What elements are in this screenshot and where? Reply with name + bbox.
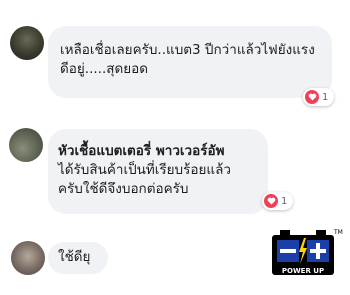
comment-text-line: ได้รับสินค้าเป็นที่เรียบร้อยแล้ว xyxy=(58,162,231,178)
avatar[interactable] xyxy=(10,26,44,60)
reaction-count: 1 xyxy=(281,195,288,207)
comment-text-line: ดีอยู่.....สุดยอด xyxy=(60,61,149,77)
trademark-mark: TM xyxy=(333,229,343,236)
avatar[interactable] xyxy=(11,241,45,275)
comment-thread: เหลือเชื่อเลยครับ..แบต3 ปีกว่าแล้วไฟยังแ… xyxy=(0,0,350,295)
comment-text-line: ครับใช้ดีจึงบอกต่อครับ xyxy=(58,181,189,197)
power-up-logo: TM POWER UP xyxy=(272,229,343,275)
comment-text-line: เหลือเชื่อเลยครับ..แบต3 ปีกว่าแล้วไฟยังแ… xyxy=(60,42,315,58)
reaction-badge[interactable]: 1 xyxy=(262,192,294,210)
avatar[interactable] xyxy=(9,128,43,162)
logo-text: POWER UP xyxy=(282,267,324,275)
minus-icon xyxy=(280,249,296,253)
reaction-badge[interactable]: 1 xyxy=(303,88,335,106)
heart-icon xyxy=(305,90,319,104)
comment-author[interactable]: หัวเชื้อแบตเตอรี่ พาวเวอร์อัพ xyxy=(58,142,256,161)
heart-icon xyxy=(264,194,278,208)
comment-bubble: หัวเชื้อแบตเตอรี่ พาวเวอร์อัพ ได้รับสินค… xyxy=(48,129,268,214)
reaction-count: 1 xyxy=(322,91,329,103)
comment-bubble: เหลือเชื่อเลยครับ..แบต3 ปีกว่าแล้วไฟยังแ… xyxy=(48,26,332,98)
comment-bubble: ใช้ดียุ xyxy=(48,242,108,274)
comment-text-line: ใช้ดียุ xyxy=(58,249,91,265)
